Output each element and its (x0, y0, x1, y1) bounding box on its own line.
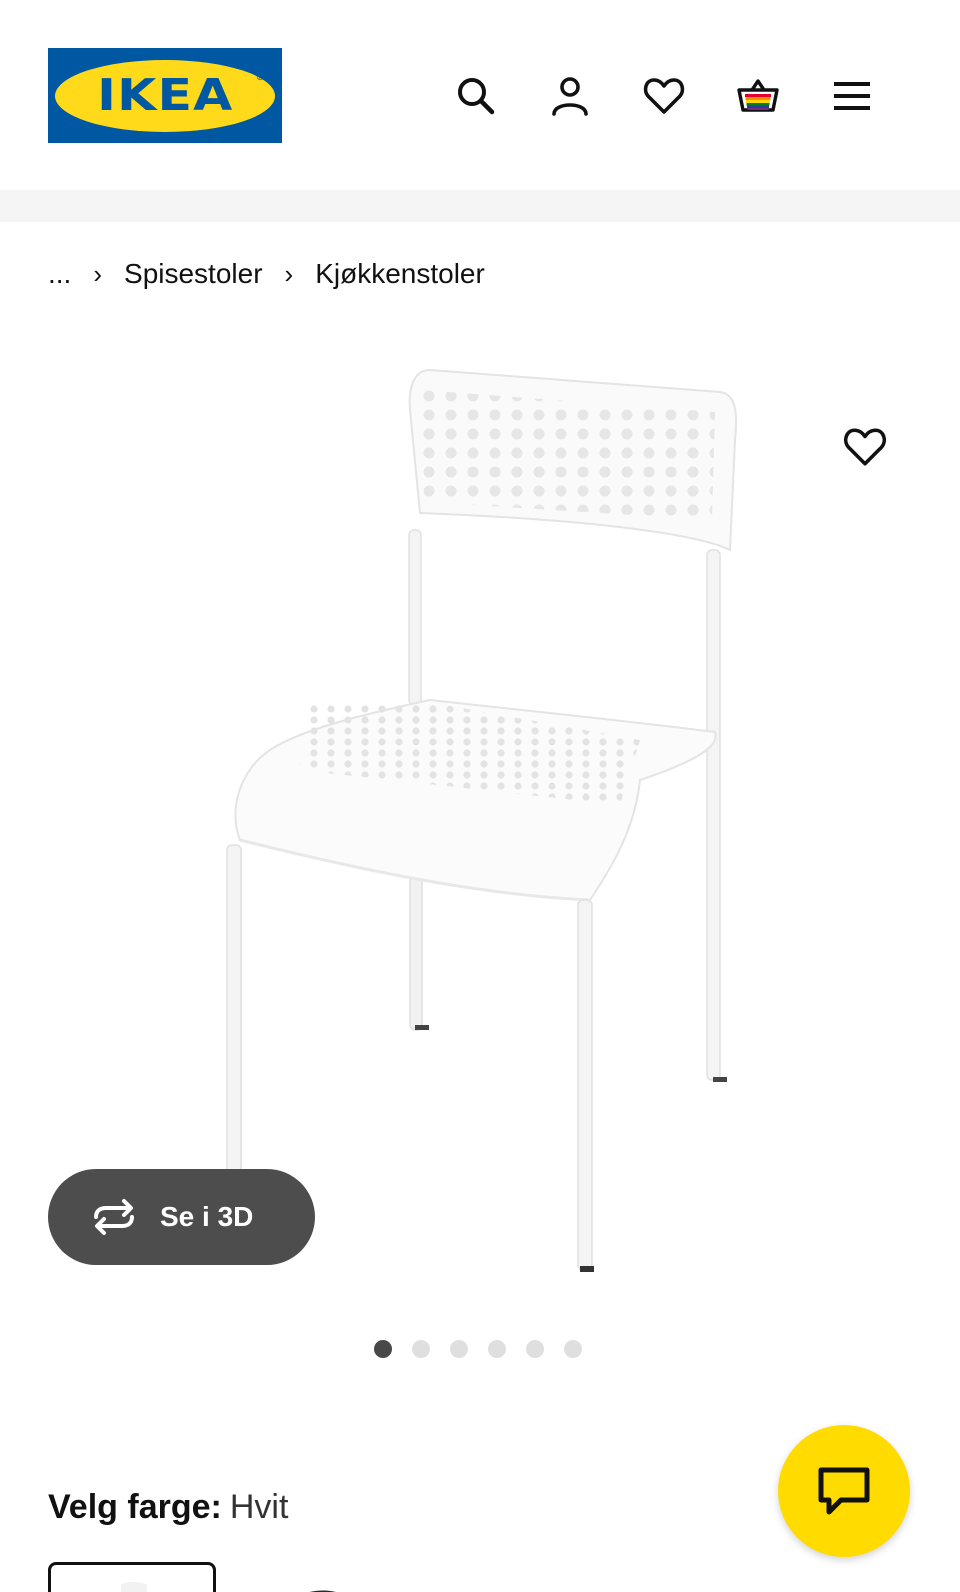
gallery-dot[interactable] (488, 1340, 506, 1358)
view-in-3d-label: Se i 3D (160, 1201, 254, 1232)
gallery-pagination (374, 1340, 602, 1358)
site-header: IKEA ® (0, 0, 960, 190)
chat-icon (818, 1467, 870, 1515)
gallery-dot[interactable] (450, 1340, 468, 1358)
chat-button[interactable] (778, 1425, 910, 1557)
ikea-logo[interactable]: IKEA ® (48, 48, 282, 143)
gallery-dot[interactable] (412, 1340, 430, 1358)
color-swatch-option[interactable] (292, 1580, 348, 1592)
logo-oval: IKEA (55, 59, 275, 132)
breadcrumb-separator: › (284, 258, 294, 289)
color-swatch-selected[interactable] (48, 1562, 216, 1592)
view-in-3d-button[interactable]: Se i 3D (48, 1169, 315, 1265)
color-selector-heading: Velg farge: Hvit (48, 1488, 288, 1527)
search-button[interactable] (450, 70, 502, 122)
menu-button[interactable] (826, 70, 878, 122)
promo-band (0, 190, 960, 222)
chair-thumbnail (121, 1582, 147, 1592)
breadcrumb: ... › Spisestoler › Kjøkkenstoler (48, 256, 485, 292)
shopping-bag-icon (737, 79, 779, 112)
favourites-button[interactable] (638, 70, 690, 122)
heart-icon (843, 428, 887, 466)
breadcrumb-separator: › (93, 258, 103, 289)
gallery-dot[interactable] (564, 1340, 582, 1358)
gallery-dot[interactable] (374, 1340, 392, 1358)
add-to-favourites-button[interactable] (838, 420, 892, 474)
shopping-bag-button[interactable] (732, 70, 784, 122)
breadcrumb-item-kjokkenstoler[interactable]: Kjøkkenstoler (315, 258, 485, 290)
color-selector-label: Velg farge: (48, 1488, 222, 1526)
account-button[interactable] (544, 70, 596, 122)
breadcrumb-item-spisestoler[interactable]: Spisestoler (124, 258, 263, 290)
gallery-dot[interactable] (526, 1340, 544, 1358)
breadcrumb-ellipsis[interactable]: ... (48, 258, 71, 290)
hamburger-menu-icon (834, 82, 870, 110)
logo-wordmark: IKEA (96, 70, 234, 121)
chair-thumbnail (309, 1590, 336, 1592)
logo-registered-mark: ® (256, 72, 264, 83)
account-icon (552, 77, 588, 116)
search-icon (458, 78, 495, 115)
heart-icon (643, 78, 685, 114)
rotate-3d-icon (94, 1199, 134, 1235)
selected-color-value: Hvit (229, 1488, 289, 1526)
